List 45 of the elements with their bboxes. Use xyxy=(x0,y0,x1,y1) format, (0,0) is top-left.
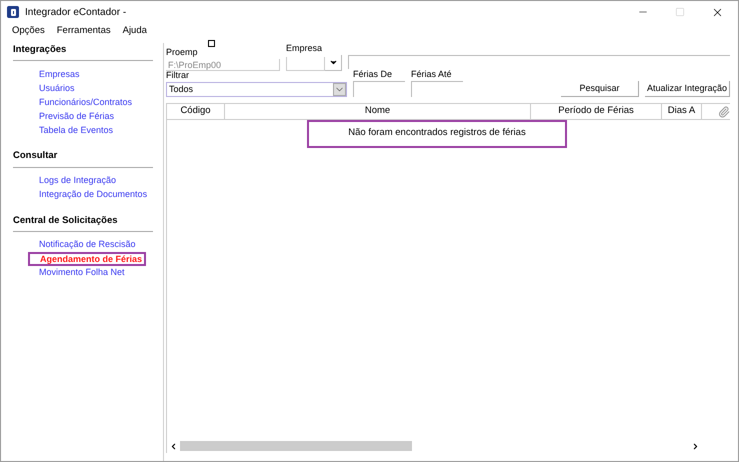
section-heading: Central de Solicitações xyxy=(13,214,153,232)
date-field[interactable] xyxy=(353,81,405,97)
sidebar-link[interactable]: Notificação de Rescisão xyxy=(39,238,136,252)
field-label: Filtrar xyxy=(166,70,189,82)
action-button[interactable]: Atualizar Integração xyxy=(644,81,730,97)
sidebar-link[interactable]: Integração de Documentos xyxy=(39,188,148,202)
scroll-left-icon[interactable] xyxy=(169,442,178,450)
sidebar-link[interactable]: Logs de Integração xyxy=(39,174,116,188)
caret-icon xyxy=(328,58,338,67)
menu-item[interactable]: Opções xyxy=(12,24,45,38)
action-button[interactable]: Pesquisar xyxy=(560,81,639,97)
column-header[interactable]: Dias A xyxy=(662,104,702,119)
column-header[interactable]: Nome xyxy=(225,104,531,119)
proemp-field[interactable]: F:\ProEmp00 xyxy=(166,59,280,71)
empty-message: Não foram encontrados registros de férias xyxy=(307,120,567,148)
sidebar-link[interactable]: Usuários xyxy=(39,82,75,95)
sidebar-link[interactable]: Tabela de Eventos xyxy=(39,124,114,137)
empresa-name-field[interactable] xyxy=(348,55,730,69)
section-heading: Integrações xyxy=(13,43,153,62)
sidebar-link[interactable]: Agendamento de Férias xyxy=(28,252,146,266)
menu-item[interactable]: Ferramentas xyxy=(56,24,111,38)
empresa-field[interactable] xyxy=(286,57,325,71)
menu-item[interactable]: Ajuda xyxy=(122,24,147,38)
field-label: Férias De xyxy=(353,68,394,80)
chevron-icon xyxy=(333,83,346,96)
section-heading: Consultar xyxy=(13,149,153,168)
paperclip-icon[interactable] xyxy=(718,106,730,118)
field-label: Férias Até xyxy=(411,68,453,80)
scroll-right-icon[interactable] xyxy=(691,442,700,450)
date-field[interactable] xyxy=(411,81,463,97)
scrollbar-thumb[interactable] xyxy=(180,441,412,451)
sidebar-link[interactable]: Movimento Folha Net xyxy=(39,266,125,280)
dropdown-button[interactable] xyxy=(325,55,342,71)
filter-select[interactable]: Todos xyxy=(166,82,347,97)
sidebar-link[interactable]: Previsão de Férias xyxy=(39,110,114,123)
sidebar-link[interactable]: Empresas xyxy=(39,68,80,81)
column-header[interactable]: Código xyxy=(167,104,225,119)
app-logo-icon xyxy=(7,6,19,18)
column-header[interactable]: Período de Férias xyxy=(531,104,662,119)
checkbox[interactable] xyxy=(208,40,215,46)
window-title: Integrador eContador - xyxy=(25,6,126,20)
maximize-icon[interactable] xyxy=(675,7,685,17)
field-label: Empresa xyxy=(286,42,324,55)
field-label: Proemp xyxy=(166,46,199,59)
sidebar-link[interactable]: Funcionários/Contratos xyxy=(39,96,132,109)
